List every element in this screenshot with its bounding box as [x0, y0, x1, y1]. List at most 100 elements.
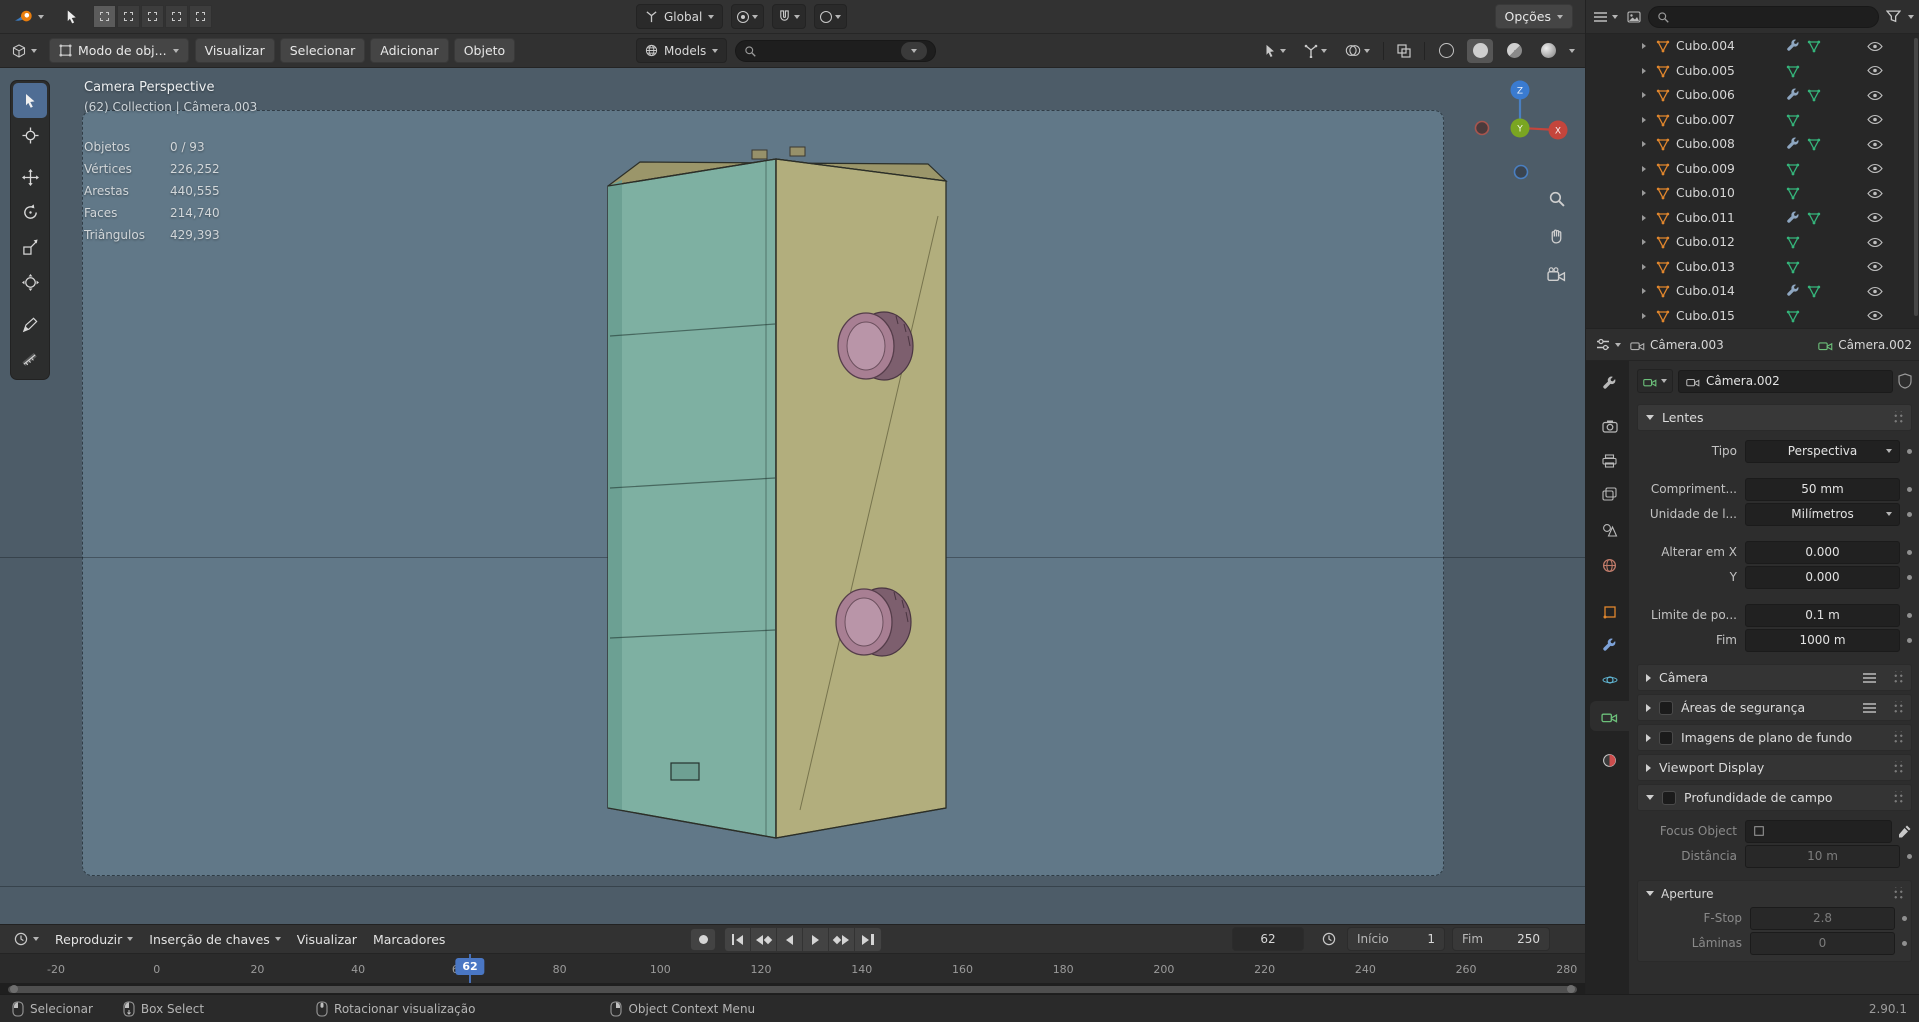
mesh-data-icon[interactable]	[1786, 64, 1800, 78]
outliner-row[interactable]: Cubo.010	[1586, 181, 1919, 206]
animate-dot[interactable]	[1907, 448, 1912, 454]
tool-scale[interactable]	[13, 230, 47, 265]
outliner-row[interactable]: Cubo.014	[1586, 279, 1919, 304]
camera-panel-header[interactable]: Câmera	[1637, 664, 1912, 691]
background-images-checkbox[interactable]	[1659, 730, 1673, 745]
tab-object-data[interactable]	[1590, 701, 1629, 731]
animate-dot[interactable]	[1907, 637, 1912, 643]
editor-type-button[interactable]	[6, 38, 43, 63]
tool-move[interactable]	[13, 160, 47, 195]
mesh-data-icon[interactable]	[1807, 39, 1821, 53]
animate-dot[interactable]	[1907, 853, 1912, 859]
tool-transform[interactable]	[13, 265, 47, 300]
play-reverse-button[interactable]	[777, 928, 803, 951]
navigation-gizmo[interactable]: Z Y X	[1460, 73, 1578, 185]
mesh-data-icon[interactable]	[1786, 113, 1800, 127]
active-tool-button[interactable]	[58, 4, 85, 29]
shading-solid-button[interactable]	[1467, 38, 1493, 63]
expand-chevron-icon[interactable]	[1642, 43, 1646, 50]
filter-funnel-icon[interactable]	[1886, 10, 1901, 23]
prev-keyframe-button[interactable]	[751, 928, 777, 951]
tab-view-layer[interactable]	[1590, 479, 1629, 509]
panel-menu-icon[interactable]	[1863, 672, 1876, 683]
panel-grip-icon[interactable]	[1892, 761, 1903, 774]
play-button[interactable]	[803, 928, 829, 951]
models-dropdown[interactable]: Models	[636, 38, 728, 63]
expand-chevron-icon[interactable]	[1642, 67, 1646, 74]
mode-dropdown[interactable]: Modo de obj...	[49, 38, 189, 63]
outliner-scrollbar[interactable]	[1914, 38, 1918, 316]
viewport-menu-button[interactable]: Selecionar	[279, 38, 366, 63]
pan-button[interactable]	[1543, 223, 1569, 249]
mesh-data-icon[interactable]	[1786, 260, 1800, 274]
scrollbar-thumb[interactable]	[8, 985, 1577, 993]
mesh-data-icon[interactable]	[1807, 137, 1821, 151]
outliner-row[interactable]: Cubo.004	[1586, 34, 1919, 59]
expand-chevron-icon[interactable]	[1642, 141, 1646, 148]
hide-in-viewport-eye-icon[interactable]	[1867, 310, 1883, 321]
axis-neg-x-ball[interactable]	[1474, 120, 1490, 136]
expand-chevron-icon[interactable]	[1642, 190, 1646, 197]
tool-annotate[interactable]	[13, 307, 47, 342]
playhead-badge[interactable]: 62	[455, 958, 485, 975]
mesh-data-icon[interactable]	[1807, 88, 1821, 102]
mesh-data-icon[interactable]	[1786, 186, 1800, 200]
lens-panel-header[interactable]: Lentes	[1637, 404, 1912, 431]
hide-in-viewport-eye-icon[interactable]	[1867, 114, 1883, 125]
panel-menu-icon[interactable]	[1863, 702, 1876, 713]
mesh-data-icon[interactable]	[1786, 309, 1800, 323]
viewport-menu-button[interactable]: Visualizar	[194, 38, 275, 63]
current-frame-field[interactable]: 62	[1232, 927, 1304, 951]
zoom-button[interactable]	[1543, 185, 1569, 211]
outliner-row[interactable]: Cubo.005	[1586, 59, 1919, 84]
outliner-row[interactable]: Cubo.007	[1586, 108, 1919, 133]
mesh-data-icon[interactable]	[1786, 162, 1800, 176]
jump-to-start-button[interactable]	[725, 928, 751, 951]
next-keyframe-button[interactable]	[829, 928, 855, 951]
tab-physics[interactable]	[1590, 665, 1629, 695]
tab-modifiers[interactable]	[1590, 630, 1629, 660]
safe-areas-checkbox[interactable]	[1659, 700, 1673, 715]
tab-world[interactable]	[1590, 550, 1629, 580]
animate-dot[interactable]	[1907, 549, 1912, 555]
viewport-3d[interactable]: Camera Perspective (62) Collection | Câm…	[0, 68, 1585, 924]
properties-editor-type-button[interactable]	[1594, 332, 1623, 357]
shading-material-button[interactable]	[1501, 39, 1527, 63]
outliner-row[interactable]: Cubo.013	[1586, 255, 1919, 280]
animate-dot[interactable]	[1902, 915, 1907, 921]
tool-rotate[interactable]	[13, 195, 47, 230]
eyedropper-icon[interactable]	[1898, 824, 1912, 838]
fake-user-shield-icon[interactable]	[1898, 373, 1912, 389]
panel-grip-icon[interactable]	[1892, 731, 1903, 744]
use-preview-range-icon[interactable]	[1322, 932, 1336, 946]
dof-panel-header[interactable]: Profundidade de campo	[1637, 784, 1912, 811]
expand-chevron-icon[interactable]	[1642, 165, 1646, 172]
timeline-editor-type-button[interactable]	[8, 927, 45, 952]
markers-menu[interactable]: Marcadores	[367, 927, 452, 952]
mesh-data-icon[interactable]	[1807, 284, 1821, 298]
keying-menu[interactable]: Inserção de chaves	[143, 927, 286, 952]
modifier-wrench-icon[interactable]	[1786, 88, 1800, 102]
modifier-wrench-icon[interactable]	[1786, 284, 1800, 298]
select-mode-new-button[interactable]	[93, 5, 116, 28]
property-value-field[interactable]: 0.000	[1745, 540, 1900, 564]
mesh-data-icon[interactable]	[1786, 235, 1800, 249]
expand-chevron-icon[interactable]	[1642, 239, 1646, 246]
panel-grip-icon[interactable]	[1892, 791, 1903, 804]
property-value-field[interactable]: Perspectiva	[1745, 439, 1900, 463]
shading-rendered-button[interactable]	[1535, 39, 1561, 63]
hide-in-viewport-eye-icon[interactable]	[1867, 286, 1883, 297]
image-icon[interactable]	[1627, 10, 1641, 23]
xray-toggle[interactable]	[1392, 38, 1416, 63]
search-filter-button[interactable]	[901, 41, 927, 60]
outliner-row[interactable]: Cubo.008	[1586, 132, 1919, 157]
hide-in-viewport-eye-icon[interactable]	[1867, 163, 1883, 174]
animate-dot[interactable]	[1907, 511, 1912, 517]
outliner-row[interactable]: Cubo.006	[1586, 83, 1919, 108]
animate-dot[interactable]	[1907, 574, 1912, 580]
panel-grip-icon[interactable]	[1892, 411, 1903, 424]
outliner-search-input[interactable]	[1648, 5, 1879, 28]
outliner-row[interactable]: Cubo.012	[1586, 230, 1919, 255]
blades-field[interactable]: 0	[1750, 931, 1895, 955]
proportional-edit-dropdown[interactable]	[814, 4, 848, 29]
